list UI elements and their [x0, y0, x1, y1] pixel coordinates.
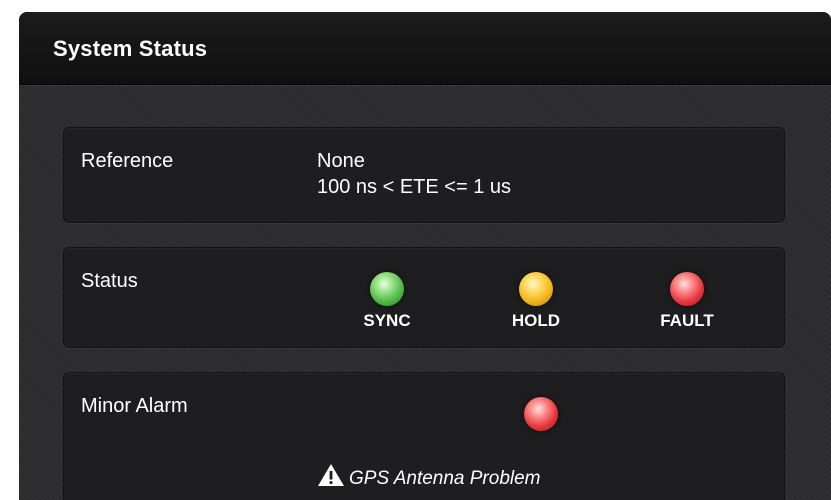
hold-label: HOLD	[511, 311, 561, 330]
page-frame: System Status Reference None 100 ns < ET…	[0, 0, 831, 500]
status-label: Status	[81, 270, 138, 292]
sync-label: SYNC	[363, 311, 411, 330]
alarm-message-text: GPS Antenna Problem	[349, 468, 541, 489]
reference-label: Reference	[81, 150, 174, 172]
fault-label: FAULT	[660, 311, 714, 330]
minor-alarm-label: Minor Alarm	[81, 395, 188, 417]
panel-header: System Status	[19, 12, 831, 85]
reference-value: None	[317, 150, 365, 172]
system-status-panel: System Status Reference None 100 ns < ET…	[19, 12, 831, 500]
status-card: Status SYNC HOLD FAULT	[63, 247, 785, 348]
minor-alarm-card: Minor Alarm GPS Antenna Problem	[63, 372, 785, 500]
panel-title: System Status	[53, 36, 208, 61]
sync-led-icon	[370, 272, 404, 306]
reference-card: Reference None 100 ns < ETE <= 1 us	[63, 127, 785, 223]
minor-alarm-led-icon	[524, 397, 558, 431]
fault-led-icon	[670, 272, 704, 306]
hold-led-icon	[519, 272, 553, 306]
alarm-message: GPS Antenna Problem	[317, 463, 541, 490]
reference-ete: 100 ns < ETE <= 1 us	[317, 176, 512, 198]
warning-icon	[318, 464, 344, 486]
